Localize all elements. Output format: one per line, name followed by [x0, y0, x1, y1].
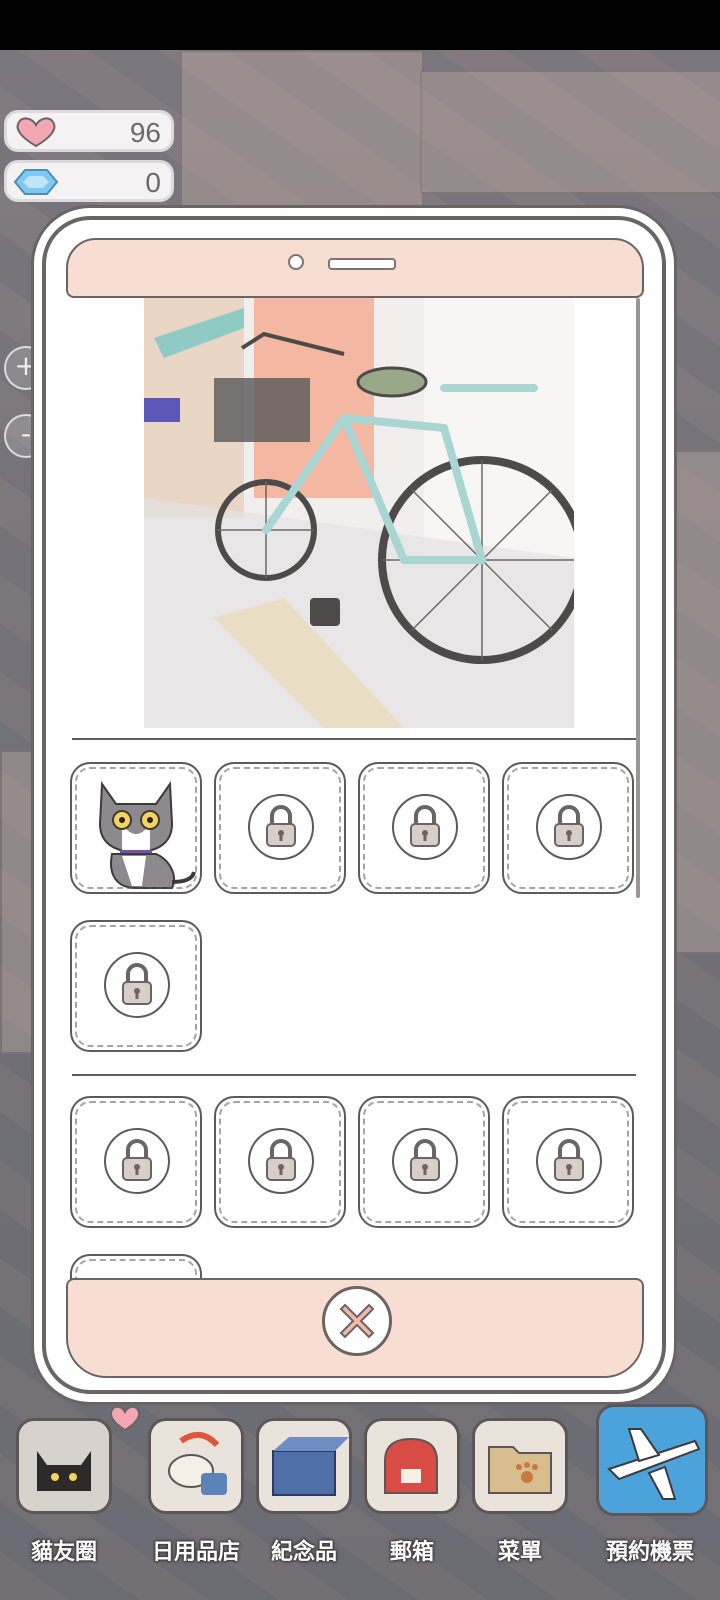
nav-shop[interactable]: 日用品店 [144, 1410, 248, 1570]
album-scrollbar[interactable] [636, 298, 640, 898]
album-screen[interactable] [68, 298, 644, 1306]
cat-slot-locked[interactable] [502, 1096, 634, 1228]
close-icon [339, 1303, 375, 1339]
lock-icon [104, 1128, 170, 1194]
nav-mailbox[interactable]: 郵箱 [360, 1410, 464, 1570]
status-bar [0, 0, 720, 50]
cat-slot-locked[interactable] [214, 1096, 346, 1228]
souvenir-box-icon [256, 1418, 352, 1514]
airplane-ticket-icon [596, 1404, 708, 1516]
phone-bottom-bar [66, 1278, 644, 1378]
lock-icon [104, 952, 170, 1018]
nav-label: 貓友圈 [30, 1540, 97, 1565]
cat-slot-unlocked[interactable] [70, 762, 202, 894]
cat-slot-locked[interactable] [358, 762, 490, 894]
cat-album-dialog [42, 216, 666, 1394]
lock-icon [536, 1128, 602, 1194]
hearts-counter: 96 [4, 110, 174, 152]
heart-badge-icon [109, 1405, 141, 1432]
nav-label: 菜單 [497, 1540, 542, 1565]
lock-icon [248, 794, 314, 860]
lock-icon [248, 1128, 314, 1194]
cat-slot-locked[interactable] [70, 1096, 202, 1228]
phone-top-bar [66, 238, 644, 298]
nav-label: 預約機票 [605, 1540, 694, 1565]
nav-label: 郵箱 [389, 1540, 434, 1565]
shop-icon [148, 1418, 244, 1514]
nav-book-flight[interactable]: 預約機票 [592, 1404, 708, 1570]
nav-label: 紀念品 [270, 1540, 337, 1565]
diamond-icon [13, 169, 59, 195]
camera-dot-icon [288, 254, 304, 270]
lock-icon [392, 1128, 458, 1194]
heart-icon [16, 117, 56, 148]
hearts-value: 96 [129, 117, 161, 148]
gems-value: 0 [145, 167, 161, 198]
nav-cat-friends[interactable]: 貓友圈 [12, 1405, 141, 1570]
bottom-nav: 貓友圈 日用品店 紀念品 郵箱 菜單 預約機票 [0, 1404, 720, 1600]
section-divider [72, 738, 636, 740]
lock-icon [392, 794, 458, 860]
nav-menu[interactable]: 菜單 [468, 1410, 572, 1570]
cat-friends-icon [16, 1418, 112, 1514]
gray-cat-icon [98, 781, 196, 889]
cat-slot-locked[interactable] [70, 920, 202, 1052]
section-divider [72, 1074, 636, 1076]
menu-folder-icon [472, 1418, 568, 1514]
speaker-slot-icon [328, 258, 396, 270]
lock-icon [536, 794, 602, 860]
nav-label: 日用品店 [151, 1540, 240, 1565]
cat-slot-locked[interactable] [502, 762, 634, 894]
nav-souvenir[interactable]: 紀念品 [252, 1410, 356, 1570]
close-button[interactable] [322, 1286, 392, 1356]
cat-slot-locked[interactable] [214, 762, 346, 894]
cat-slot-locked[interactable] [358, 1096, 490, 1228]
gems-counter: 0 [4, 160, 174, 202]
bicycle-photo [144, 298, 574, 728]
mailbox-icon [364, 1418, 460, 1514]
